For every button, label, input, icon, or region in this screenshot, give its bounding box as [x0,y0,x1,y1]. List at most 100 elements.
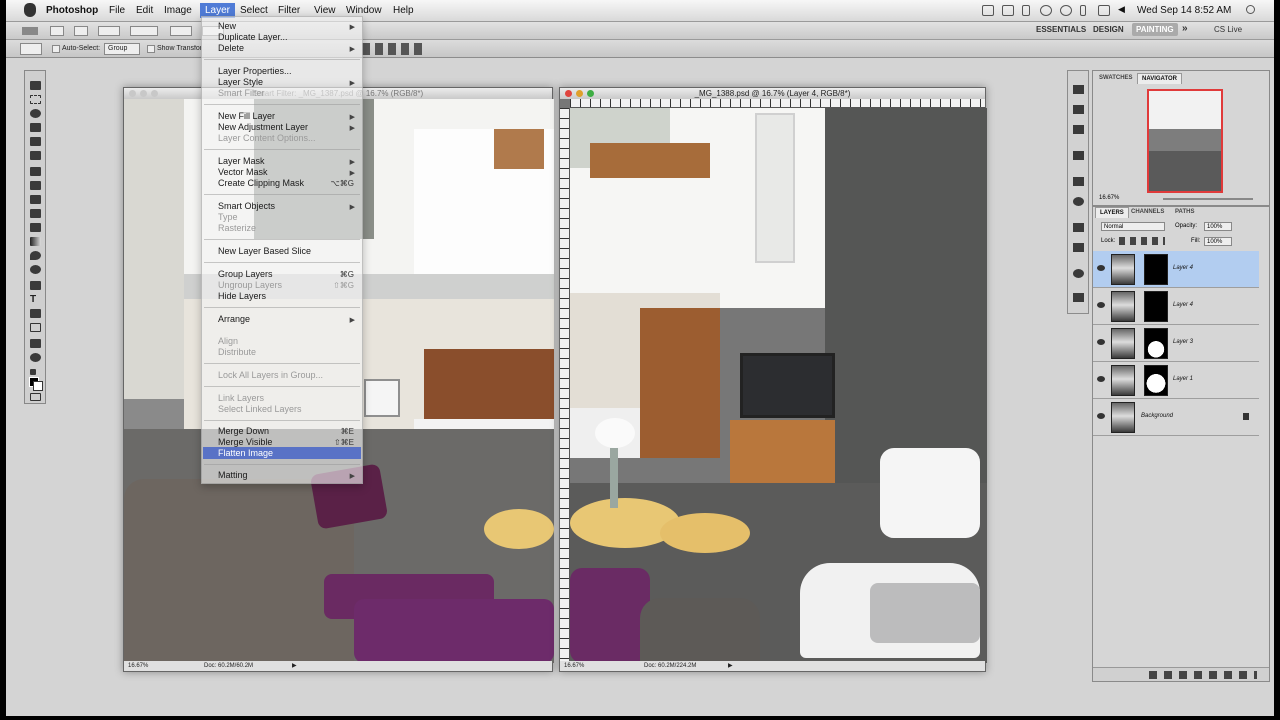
brush-presets-icon[interactable] [1073,151,1084,160]
workspace-painting[interactable]: PAINTING [1132,23,1178,36]
sync-icon[interactable] [1060,5,1072,16]
close-button[interactable] [129,90,136,97]
workspace-design[interactable]: DESIGN [1093,25,1124,34]
type-tool-icon[interactable]: T [30,295,41,305]
menu-item-arrange[interactable]: Arrange [218,314,250,324]
lasso-tool-icon[interactable] [30,109,41,118]
brush-tool-icon[interactable] [30,181,41,190]
menu-item-select-linked-layers[interactable]: Select Linked Layers [218,404,302,414]
layer-row[interactable]: Layer 1 [1093,362,1259,399]
layer-name[interactable]: Background [1141,413,1173,419]
eraser-tool-icon[interactable] [30,223,41,232]
menu-item-layer-properties[interactable]: Layer Properties... [218,66,292,76]
zoom-readout-right[interactable]: 16.67% [564,663,584,669]
menu-item-new-fill-layer[interactable]: New Fill Layer [218,111,275,121]
gradient-tool-icon[interactable] [30,237,41,246]
display-icon[interactable] [1098,5,1110,16]
swap-colors-icon[interactable] [30,369,36,375]
cs-live-button[interactable]: CS Live [1214,25,1242,34]
quick-select-tool-icon[interactable] [30,123,41,132]
auto-select-checkbox[interactable] [52,45,60,53]
marquee-tool-icon[interactable] [30,95,41,104]
layer-name[interactable]: Layer 4 [1173,265,1193,271]
layer-row[interactable]: Layer 4 [1093,288,1259,325]
menu-item-ungroup-layers[interactable]: Ungroup Layers [218,280,282,290]
menu-item-align[interactable]: Align [218,336,238,346]
menu-item-hide-layers[interactable]: Hide Layers [218,291,266,301]
menu-filter[interactable]: Filter [278,5,300,16]
bridge-icon[interactable] [50,26,64,36]
menu-window[interactable]: Window [346,5,382,16]
menu-item-merge-visible[interactable]: Merge Visible [218,437,272,447]
menu-item-distribute[interactable]: Distribute [218,347,256,357]
clone-stamp-tool-icon[interactable] [30,195,41,204]
menu-image[interactable]: Image [164,5,192,16]
menu-item-delete[interactable]: Delete [218,43,244,53]
close-button[interactable] [565,90,572,97]
show-transform-checkbox[interactable] [147,45,155,53]
info-icon[interactable] [1073,105,1084,114]
tab-paths[interactable]: PATHS [1171,207,1198,218]
menu-item-type[interactable]: Type [218,212,238,222]
auto-select-dropdown[interactable]: Group [104,43,140,55]
menu-item-group-layers[interactable]: Group Layers [218,269,273,279]
eye-icon[interactable] [1097,413,1105,419]
menu-edit[interactable]: Edit [136,5,153,16]
extras-icon[interactable] [98,26,120,36]
layer-row[interactable]: Layer 3 [1093,325,1259,362]
layer-action-buttons[interactable] [1149,671,1257,679]
history-brush-tool-icon[interactable] [30,209,41,218]
histogram-icon[interactable] [1073,85,1084,94]
paths-icon[interactable] [1073,269,1084,278]
menu-item-new-adjustment-layer[interactable]: New Adjustment Layer [218,122,308,132]
menu-item-smart-filter[interactable]: Smart Filter [218,88,265,98]
layers-icon[interactable] [1073,223,1084,232]
workspace-more-button[interactable]: » [1182,23,1188,34]
eye-icon[interactable] [1097,339,1105,345]
apple-icon[interactable] [24,3,36,17]
opacity-field[interactable]: 100% [1204,222,1232,231]
layer-mask-thumbnail[interactable] [1144,328,1168,359]
layer-mask-thumbnail[interactable] [1144,254,1168,285]
menu-item-rasterize[interactable]: Rasterize [218,223,256,233]
background-color-swatch[interactable] [33,381,43,391]
status-arrow-icon[interactable]: ▶ [292,661,297,671]
tab-navigator[interactable]: NAVIGATOR [1137,73,1183,84]
menu-file[interactable]: File [109,5,125,16]
menu-item-new-layer-based-slice[interactable]: New Layer Based Slice [218,246,311,256]
menu-item-smart-objects[interactable]: Smart Objects [218,201,275,211]
dodge-tool-icon[interactable] [30,265,41,274]
menu-item-new[interactable]: New [218,21,236,31]
healing-brush-tool-icon[interactable] [30,167,41,176]
quick-mask-icon[interactable] [30,393,41,401]
menu-item-merge-down[interactable]: Merge Down [218,426,269,436]
menu-item-vector-mask[interactable]: Vector Mask [218,167,268,177]
spotlight-icon[interactable] [1246,5,1255,14]
navigator-preview[interactable] [1147,89,1223,193]
minimize-button[interactable] [140,90,147,97]
tab-channels[interactable]: CHANNELS [1127,207,1168,218]
menu-item-lock-all-layers[interactable]: Lock All Layers in Group... [218,370,323,380]
adjustments-icon[interactable] [1073,177,1084,186]
zoom-level-select[interactable] [130,26,158,36]
zoom-slider[interactable] [1163,198,1253,200]
status-arrow-icon[interactable]: ▶ [728,661,733,671]
channels-icon[interactable] [1073,243,1084,252]
minimize-button[interactable] [576,90,583,97]
tool-presets-icon[interactable] [1073,293,1084,302]
calendar-icon[interactable] [982,5,994,16]
layer-name[interactable]: Layer 3 [1173,339,1193,345]
canvas-right[interactable] [570,108,987,663]
workspace-essentials[interactable]: ESSENTIALS [1036,25,1086,34]
menu-item-layer-mask[interactable]: Layer Mask [218,156,265,166]
align-buttons[interactable] [362,43,422,55]
time-machine-icon[interactable] [1040,5,1052,16]
menu-item-duplicate-layer[interactable]: Duplicate Layer... [218,32,288,42]
layer-name[interactable]: Layer 4 [1173,302,1193,308]
vertical-ruler[interactable] [560,108,570,661]
volume-icon[interactable]: ◀ [1118,4,1130,15]
clock[interactable]: Wed Sep 14 8:52 AM [1137,5,1231,16]
app-menu[interactable]: Photoshop [46,5,98,16]
zoom-readout-left[interactable]: 16.67% [128,663,148,669]
menu-select[interactable]: Select [240,5,268,16]
